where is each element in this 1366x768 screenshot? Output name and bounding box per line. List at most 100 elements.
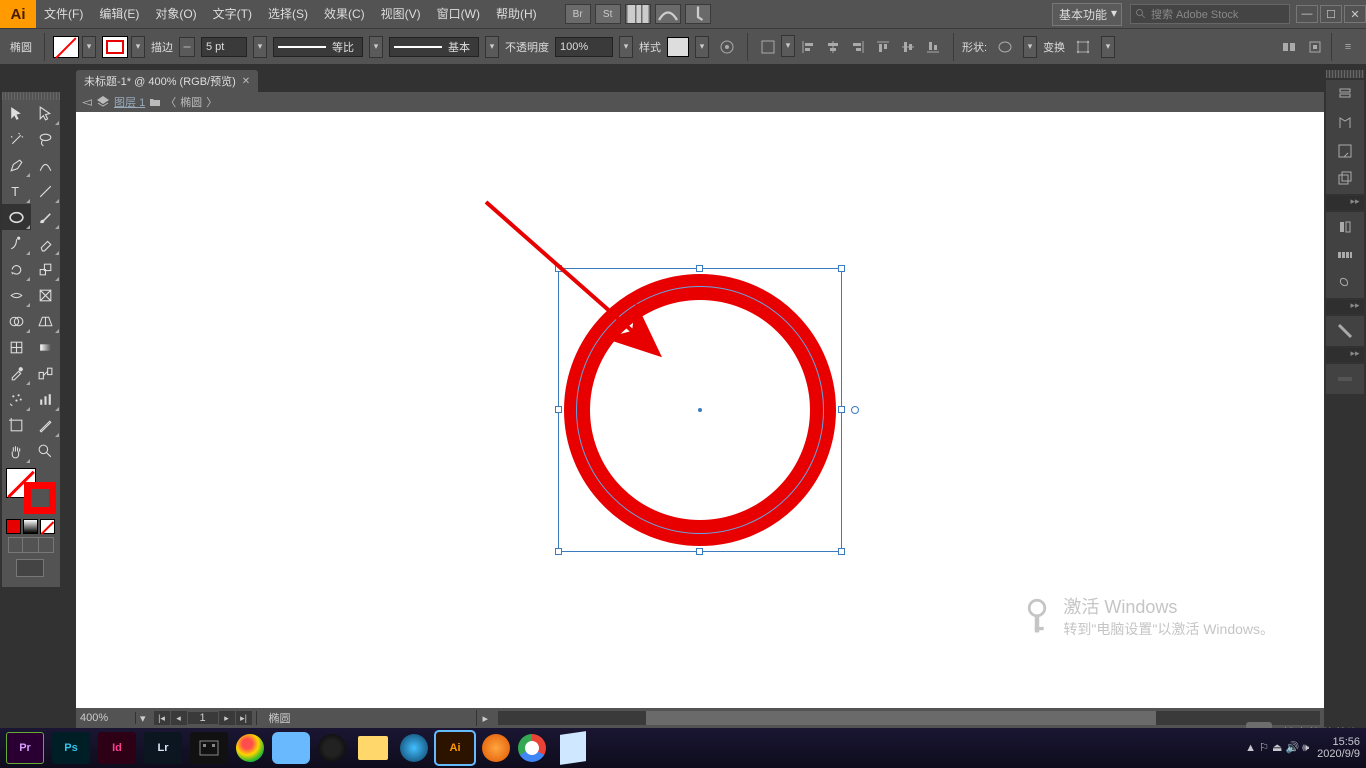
line-tool[interactable]: [31, 178, 60, 204]
mesh-tool[interactable]: [2, 334, 31, 360]
artboard-tool[interactable]: [2, 412, 31, 438]
align-dropdown[interactable]: ▾: [781, 35, 795, 57]
artboard-number[interactable]: 1: [188, 712, 218, 724]
style-dropdown[interactable]: ▾: [695, 36, 709, 58]
menu-window[interactable]: 窗口(W): [429, 0, 488, 28]
taskbar-app-blue[interactable]: [272, 732, 310, 764]
window-close[interactable]: ✕: [1344, 5, 1366, 23]
window-minimize[interactable]: —: [1296, 5, 1318, 23]
artboards-panel-icon[interactable]: [1332, 140, 1358, 162]
isolate2-icon[interactable]: [1303, 35, 1327, 59]
transform-dropdown[interactable]: ▾: [1101, 36, 1115, 58]
menu-object[interactable]: 对象(O): [147, 0, 204, 28]
rp-collapse-2[interactable]: ▸▸: [1326, 300, 1364, 314]
rp-grip[interactable]: [1326, 70, 1364, 78]
stock-button[interactable]: St: [595, 4, 621, 24]
fill-dropdown[interactable]: ▾: [82, 36, 96, 58]
taskbar-app-ball[interactable]: [236, 734, 264, 762]
workspace-switcher[interactable]: 基本功能: [1052, 3, 1122, 26]
handle-br[interactable]: [838, 548, 845, 555]
stroke-panel-icon[interactable]: [1332, 320, 1358, 342]
draw-inside[interactable]: [39, 537, 54, 553]
taskbar-firefox[interactable]: [482, 734, 510, 762]
stroke-dropdown[interactable]: ▾: [131, 36, 145, 58]
stroke-weight-dropdown[interactable]: ▾: [253, 36, 267, 58]
shaper-tool[interactable]: [2, 230, 31, 256]
status-menu[interactable]: ▸: [477, 712, 495, 725]
next-artboard[interactable]: ▸: [219, 711, 235, 725]
shape-props-icon[interactable]: [993, 35, 1017, 59]
draw-normal[interactable]: [8, 537, 23, 553]
stroke-weight-field[interactable]: [201, 37, 247, 57]
menu-select[interactable]: 选择(S): [260, 0, 316, 28]
gpu-preview-icon[interactable]: [655, 4, 681, 24]
hand-tool[interactable]: [2, 438, 31, 464]
taskbar-quicktime[interactable]: [400, 734, 428, 762]
screen-mode[interactable]: [16, 559, 44, 577]
menu-help[interactable]: 帮助(H): [488, 0, 545, 28]
direct-select-tool[interactable]: [31, 100, 60, 126]
stroke-link-icon[interactable]: [179, 37, 195, 57]
document-canvas[interactable]: 激活 Windows 转到"电脑设置"以激活 Windows。: [76, 112, 1324, 708]
color-mode-gradient[interactable]: [23, 519, 38, 534]
gradient-tool[interactable]: [31, 334, 60, 360]
fill-stroke-indicator[interactable]: [6, 468, 56, 514]
taskbar-video[interactable]: [190, 732, 228, 764]
tray-icons[interactable]: ▲ ⚐ ⏏ 🔊 🕪: [1245, 741, 1309, 755]
handle-t[interactable]: [696, 265, 703, 272]
fill-swatch[interactable]: [53, 36, 79, 58]
shape-builder-tool[interactable]: [2, 308, 31, 334]
crumb-layer-label[interactable]: 图层 1: [114, 94, 145, 110]
handle-r[interactable]: [838, 406, 845, 413]
rp-collapse-1[interactable]: ▸▸: [1326, 196, 1364, 210]
fill-swatch-group[interactable]: ▾: [53, 36, 96, 58]
handle-tl[interactable]: [555, 265, 562, 272]
type-tool[interactable]: T: [2, 178, 31, 204]
first-artboard[interactable]: |◂: [154, 711, 170, 725]
recolor-icon[interactable]: [715, 35, 739, 59]
selected-object[interactable]: [564, 274, 836, 546]
slice-tool[interactable]: [31, 412, 60, 438]
graphic-style-swatch[interactable]: [667, 37, 689, 57]
zoom-field[interactable]: 400%: [76, 712, 136, 724]
isolate-icon[interactable]: [1277, 35, 1301, 59]
taskbar-chrome[interactable]: [518, 734, 546, 762]
perspective-tool[interactable]: [31, 308, 60, 334]
close-tab-icon[interactable]: ✕: [242, 76, 250, 87]
search-stock-field[interactable]: 搜索 Adobe Stock: [1130, 4, 1290, 24]
align-hc-icon[interactable]: [821, 35, 845, 59]
width-profile[interactable]: 等比: [273, 37, 363, 57]
h-scrollbar[interactable]: [498, 711, 1320, 725]
taskbar-qq[interactable]: [318, 734, 346, 762]
crumb-back-icon[interactable]: ◅: [82, 94, 92, 110]
color-mode-color[interactable]: [6, 519, 21, 534]
window-maximize[interactable]: ☐: [1320, 5, 1342, 23]
brush-def[interactable]: 基本: [389, 37, 479, 57]
taskbar-explorer[interactable]: [354, 732, 392, 764]
align-top-icon[interactable]: [871, 35, 895, 59]
handle-tr[interactable]: [838, 265, 845, 272]
system-tray[interactable]: ▲ ⚐ ⏏ 🔊 🕪 15:56 2020/9/9: [1245, 736, 1360, 760]
align-left-icon[interactable]: [796, 35, 820, 59]
menu-effect[interactable]: 效果(C): [316, 0, 373, 28]
brush-tool[interactable]: [31, 204, 60, 230]
align-right-icon[interactable]: [846, 35, 870, 59]
menu-type[interactable]: 文字(T): [205, 0, 260, 28]
tools-grip[interactable]: [2, 92, 60, 100]
taskbar-lightroom[interactable]: Lr: [144, 732, 182, 764]
menu-edit[interactable]: 编辑(E): [91, 0, 147, 28]
pen-tool[interactable]: [2, 152, 31, 178]
layers-panel-icon[interactable]: [1332, 168, 1358, 190]
lasso-tool[interactable]: [31, 126, 60, 152]
bridge-button[interactable]: Br: [565, 4, 591, 24]
color-panel-icon[interactable]: [1332, 216, 1358, 238]
ellipse-tool[interactable]: [2, 204, 31, 230]
document-tab[interactable]: 未标题-1* @ 400% (RGB/预览) ✕: [76, 70, 258, 92]
crumb-shape-name[interactable]: 椭圆: [180, 94, 202, 110]
pie-widget[interactable]: [851, 406, 859, 414]
shape-props-drop[interactable]: ▾: [1023, 36, 1037, 58]
arrange-docs-icon[interactable]: [625, 4, 651, 24]
handle-b[interactable]: [696, 548, 703, 555]
taskbar-premiere[interactable]: Pr: [6, 732, 44, 764]
profile-dropdown[interactable]: ▾: [369, 36, 383, 58]
